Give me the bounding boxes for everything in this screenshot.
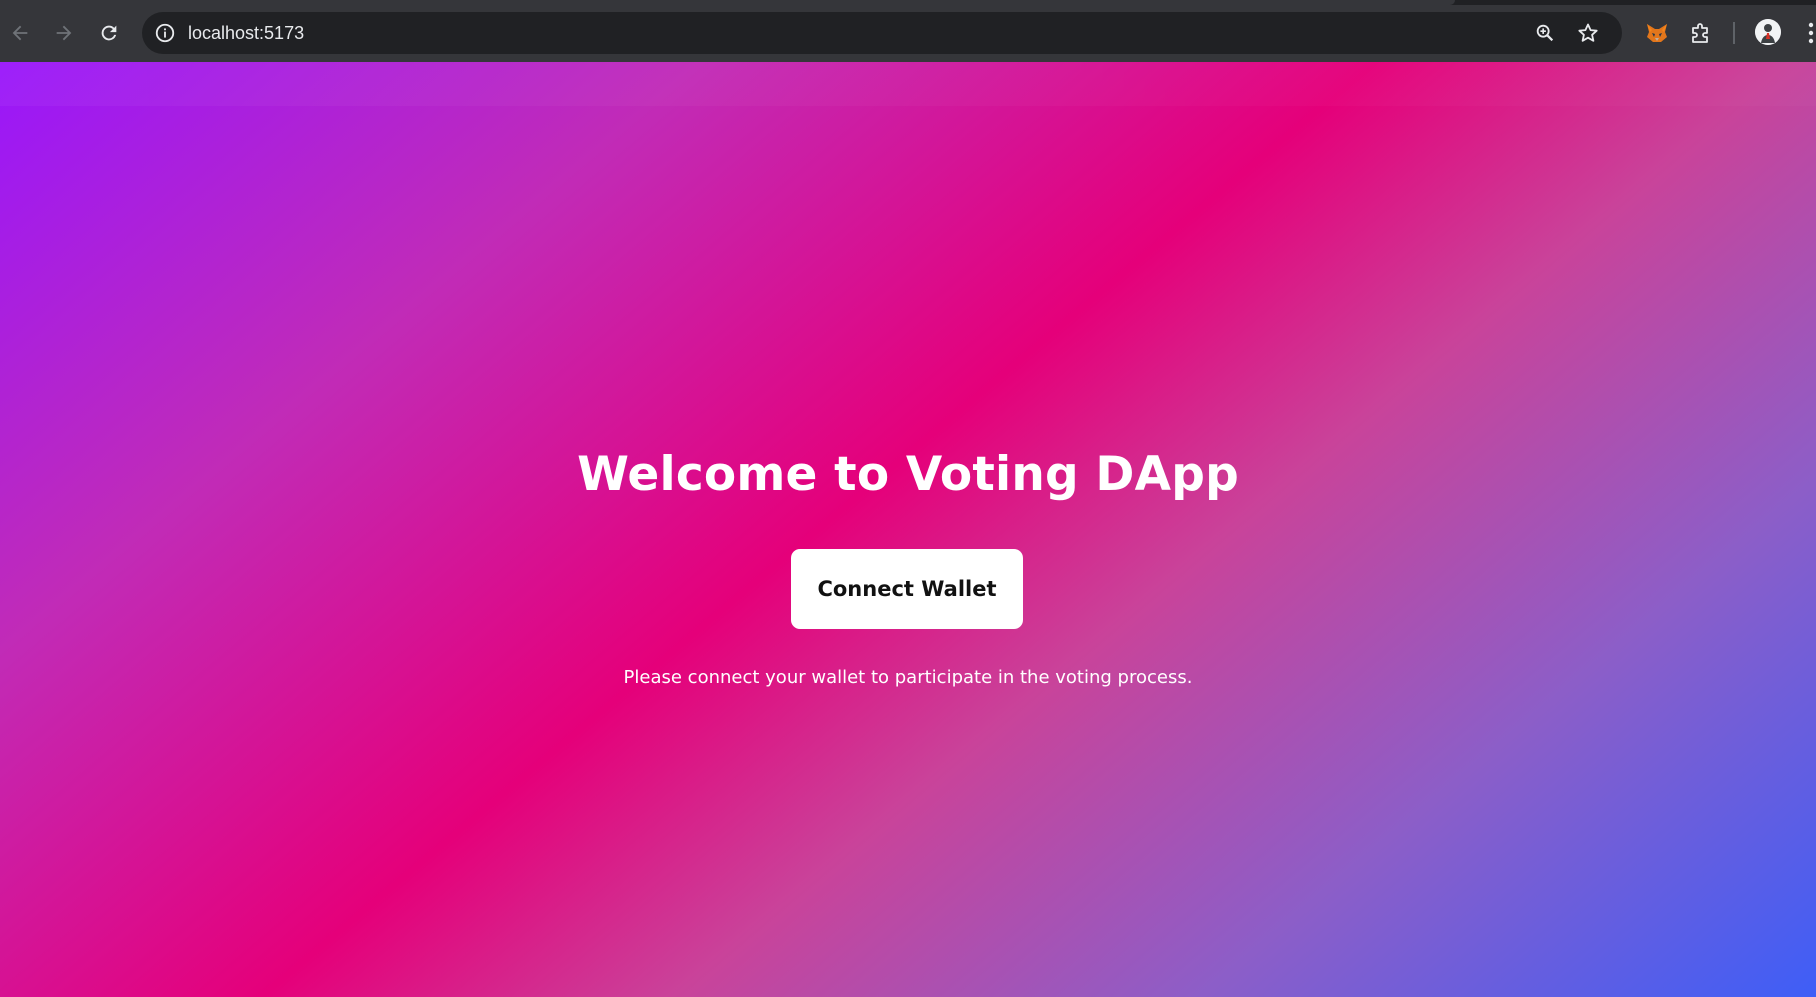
connect-instructions: Please connect your wallet to participat…: [623, 667, 1193, 688]
reload-button[interactable]: [89, 13, 129, 53]
page-viewport: Welcome to Voting DApp Connect Wallet Pl…: [0, 62, 1816, 997]
fox-icon[interactable]: [1644, 20, 1670, 46]
browser-toolbar: localhost:5173: [0, 0, 1816, 62]
reload-icon: [101, 25, 117, 41]
info-icon[interactable]: [154, 22, 176, 44]
url-text[interactable]: localhost:5173: [188, 23, 304, 43]
page-title: Welcome to Voting DApp: [577, 447, 1239, 502]
active-tab[interactable]: [0, 0, 1455, 5]
profile-icon: [1755, 19, 1781, 45]
forward-button[interactable]: [44, 13, 84, 53]
address-bar[interactable]: localhost:5173: [142, 12, 1622, 54]
puzzle-icon[interactable]: [1688, 20, 1714, 46]
more-vert-icon[interactable]: [1806, 20, 1816, 46]
connect-wallet-button[interactable]: Connect Wallet: [791, 549, 1023, 629]
avatar[interactable]: [1755, 19, 1781, 45]
forward-arrow-icon: [56, 25, 72, 41]
header-band: [0, 62, 1816, 106]
tab-strip: [0, 0, 1816, 5]
zoom-icon[interactable]: [1534, 22, 1556, 44]
back-arrow-icon: [12, 25, 28, 41]
star-icon[interactable]: [1576, 21, 1600, 45]
back-button[interactable]: [0, 13, 40, 53]
toolbar-divider: [1733, 22, 1735, 44]
